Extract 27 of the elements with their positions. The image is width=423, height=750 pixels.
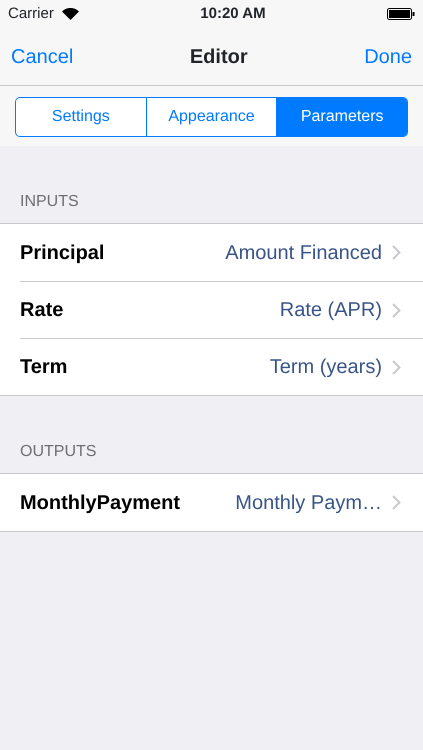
chevron-icon [392, 245, 401, 260]
carrier-label: Carrier [8, 4, 54, 24]
segment-tab[interactable]: Appearance [146, 98, 276, 136]
row-value: Monthly Paym… [235, 490, 382, 516]
chevron-icon [392, 302, 401, 318]
table-row[interactable]: Rate Rate (APR) [20, 281, 423, 338]
chevron-icon [392, 495, 401, 510]
row-label: MonthlyPayment [20, 490, 180, 516]
section-header: OUTPUTS [20, 443, 96, 460]
row-value: Amount Financed [225, 240, 382, 266]
cancel-button[interactable]: Cancel [11, 42, 74, 72]
battery-icon [387, 8, 415, 20]
wifi-icon [62, 8, 79, 20]
nav-title: Editor [190, 44, 248, 70]
chevron-icon [392, 360, 401, 374]
row-label: Rate [20, 298, 64, 323]
table-row[interactable]: Principal Amount Financed [20, 224, 423, 281]
segment-tab[interactable]: Settings [16, 98, 146, 136]
table-row[interactable]: Term Term (years) [20, 338, 423, 395]
segment-tab[interactable]: Parameters [276, 98, 407, 136]
row-value: Term (years) [270, 355, 382, 380]
done-button[interactable]: Done [364, 42, 412, 72]
row-label: Term [20, 355, 68, 380]
row-label: Principal [20, 240, 104, 266]
row-value: Rate (APR) [280, 298, 382, 323]
status-time: 10:20 AM [200, 4, 266, 24]
section-header: INPUTS [20, 193, 79, 210]
